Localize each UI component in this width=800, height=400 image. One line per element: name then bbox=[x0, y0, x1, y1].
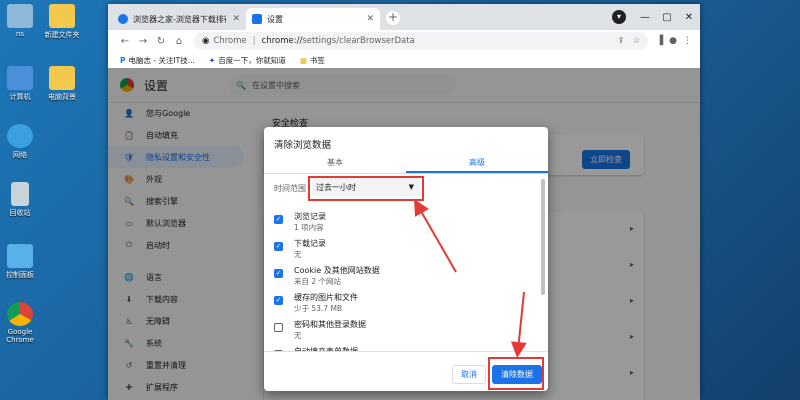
arrow-to-clear-button bbox=[510, 291, 527, 358]
annotation-arrows bbox=[414, 199, 527, 358]
arrow-to-time-range bbox=[414, 199, 457, 273]
